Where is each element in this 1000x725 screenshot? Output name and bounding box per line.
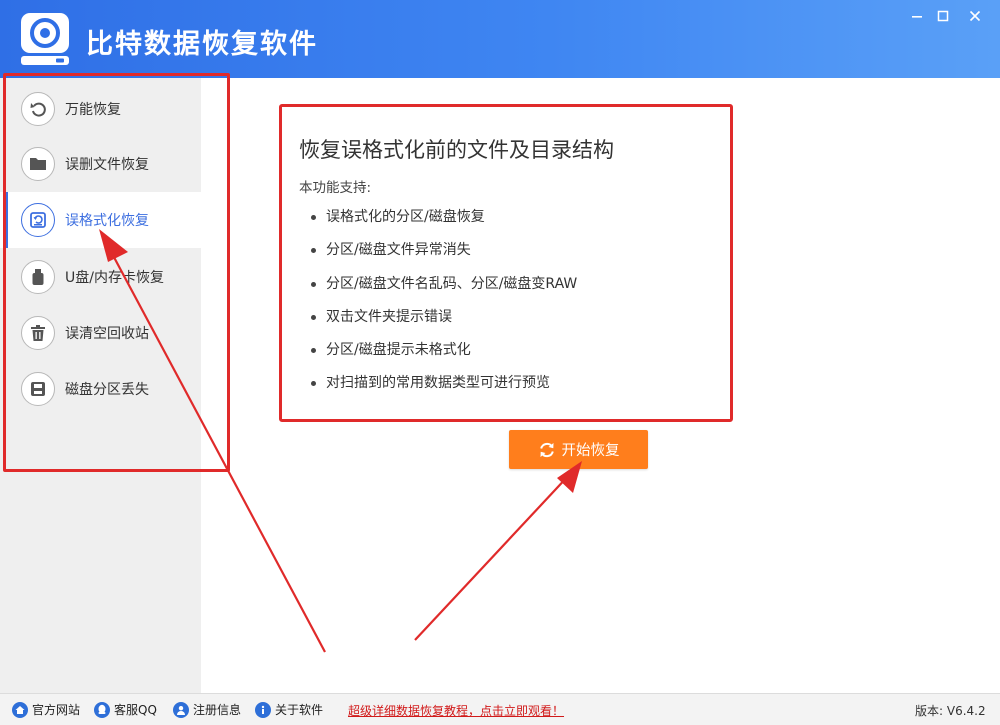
- sidebar-item-deleted-files[interactable]: 误删文件恢复: [0, 136, 201, 192]
- list-item: 对扫描到的常用数据类型可进行预览: [308, 373, 577, 406]
- feature-subtitle: 本功能支持:: [299, 180, 372, 196]
- sidebar-item-label: 万能恢复: [65, 102, 121, 118]
- status-bar: 官方网站 客服QQ 注册信息 关于软件 超级详细数据恢复教程，点击立即观看！ 版…: [0, 693, 1000, 725]
- official-site-label: 官方网站: [32, 703, 81, 717]
- sidebar: 万能恢复 误删文件恢复 误格式化恢复 U盘/内存卡恢复 误清空回收站 磁盘分区丢…: [0, 78, 201, 693]
- list-item: 双击文件夹提示错误: [308, 307, 577, 340]
- sidebar-item-label: U盘/内存卡恢复: [65, 270, 164, 286]
- feature-panel: 恢复误格式化前的文件及目录结构 本功能支持: 误格式化的分区/磁盘恢复 分区/磁…: [279, 104, 733, 422]
- usb-icon: [21, 260, 55, 294]
- info-icon: [255, 701, 271, 718]
- minimize-button[interactable]: [903, 6, 931, 26]
- arrow-to-start-button: [414, 461, 582, 641]
- sidebar-item-label: 误清空回收站: [65, 326, 149, 342]
- folder-icon: [21, 147, 55, 181]
- title-bar: 比特数据恢复软件: [0, 0, 1000, 78]
- sidebar-item-recycle-bin[interactable]: 误清空回收站: [0, 305, 201, 361]
- list-item: 误格式化的分区/磁盘恢复: [308, 207, 577, 240]
- app-logo-icon: [21, 13, 69, 65]
- sidebar-item-usb-card[interactable]: U盘/内存卡恢复: [0, 249, 201, 305]
- about-link[interactable]: 关于软件: [255, 701, 323, 718]
- maximize-button[interactable]: [929, 6, 957, 26]
- support-qq-link[interactable]: 客服QQ: [94, 701, 157, 718]
- official-site-link[interactable]: 官方网站: [12, 701, 80, 718]
- sidebar-item-label: 误删文件恢复: [65, 157, 149, 173]
- registration-label: 注册信息: [193, 703, 242, 717]
- page-title: 恢复误格式化前的文件及目录结构: [299, 138, 614, 162]
- registration-link[interactable]: 注册信息: [173, 701, 241, 718]
- support-qq-label: 客服QQ: [114, 703, 157, 717]
- trash-icon: [21, 316, 55, 350]
- about-label: 关于软件: [275, 703, 324, 717]
- start-button-label: 开始恢复: [561, 443, 620, 459]
- sidebar-item-format-recovery[interactable]: 误格式化恢复: [0, 192, 201, 248]
- list-item: 分区/磁盘文件名乱码、分区/磁盘变RAW: [308, 274, 577, 307]
- close-icon: [969, 10, 981, 22]
- start-recovery-button[interactable]: 开始恢复: [509, 430, 648, 469]
- sidebar-item-label: 误格式化恢复: [65, 213, 149, 229]
- refresh-icon: [539, 442, 554, 457]
- home-icon: [12, 701, 28, 718]
- sidebar-item-universal-recovery[interactable]: 万能恢复: [0, 81, 201, 137]
- disk-restore-icon: [21, 203, 55, 237]
- qq-icon: [94, 701, 110, 718]
- sidebar-item-label: 磁盘分区丢失: [65, 382, 149, 398]
- feature-list: 误格式化的分区/磁盘恢复 分区/磁盘文件异常消失 分区/磁盘文件名乱码、分区/磁…: [308, 207, 577, 407]
- tutorial-promo-link[interactable]: 超级详细数据恢复教程，点击立即观看！: [348, 702, 564, 719]
- user-icon: [173, 701, 189, 718]
- list-item: 分区/磁盘提示未格式化: [308, 340, 577, 373]
- drive-icon: [21, 372, 55, 406]
- maximize-icon: [937, 10, 949, 22]
- list-item: 分区/磁盘文件异常消失: [308, 240, 577, 273]
- sidebar-item-partition-lost[interactable]: 磁盘分区丢失: [0, 361, 201, 417]
- undo-icon: [21, 92, 55, 126]
- app-title: 比特数据恢复软件: [86, 29, 318, 60]
- minimize-icon: [912, 16, 922, 18]
- version-label: 版本: V6.4.2: [915, 704, 986, 718]
- close-button[interactable]: [961, 6, 989, 26]
